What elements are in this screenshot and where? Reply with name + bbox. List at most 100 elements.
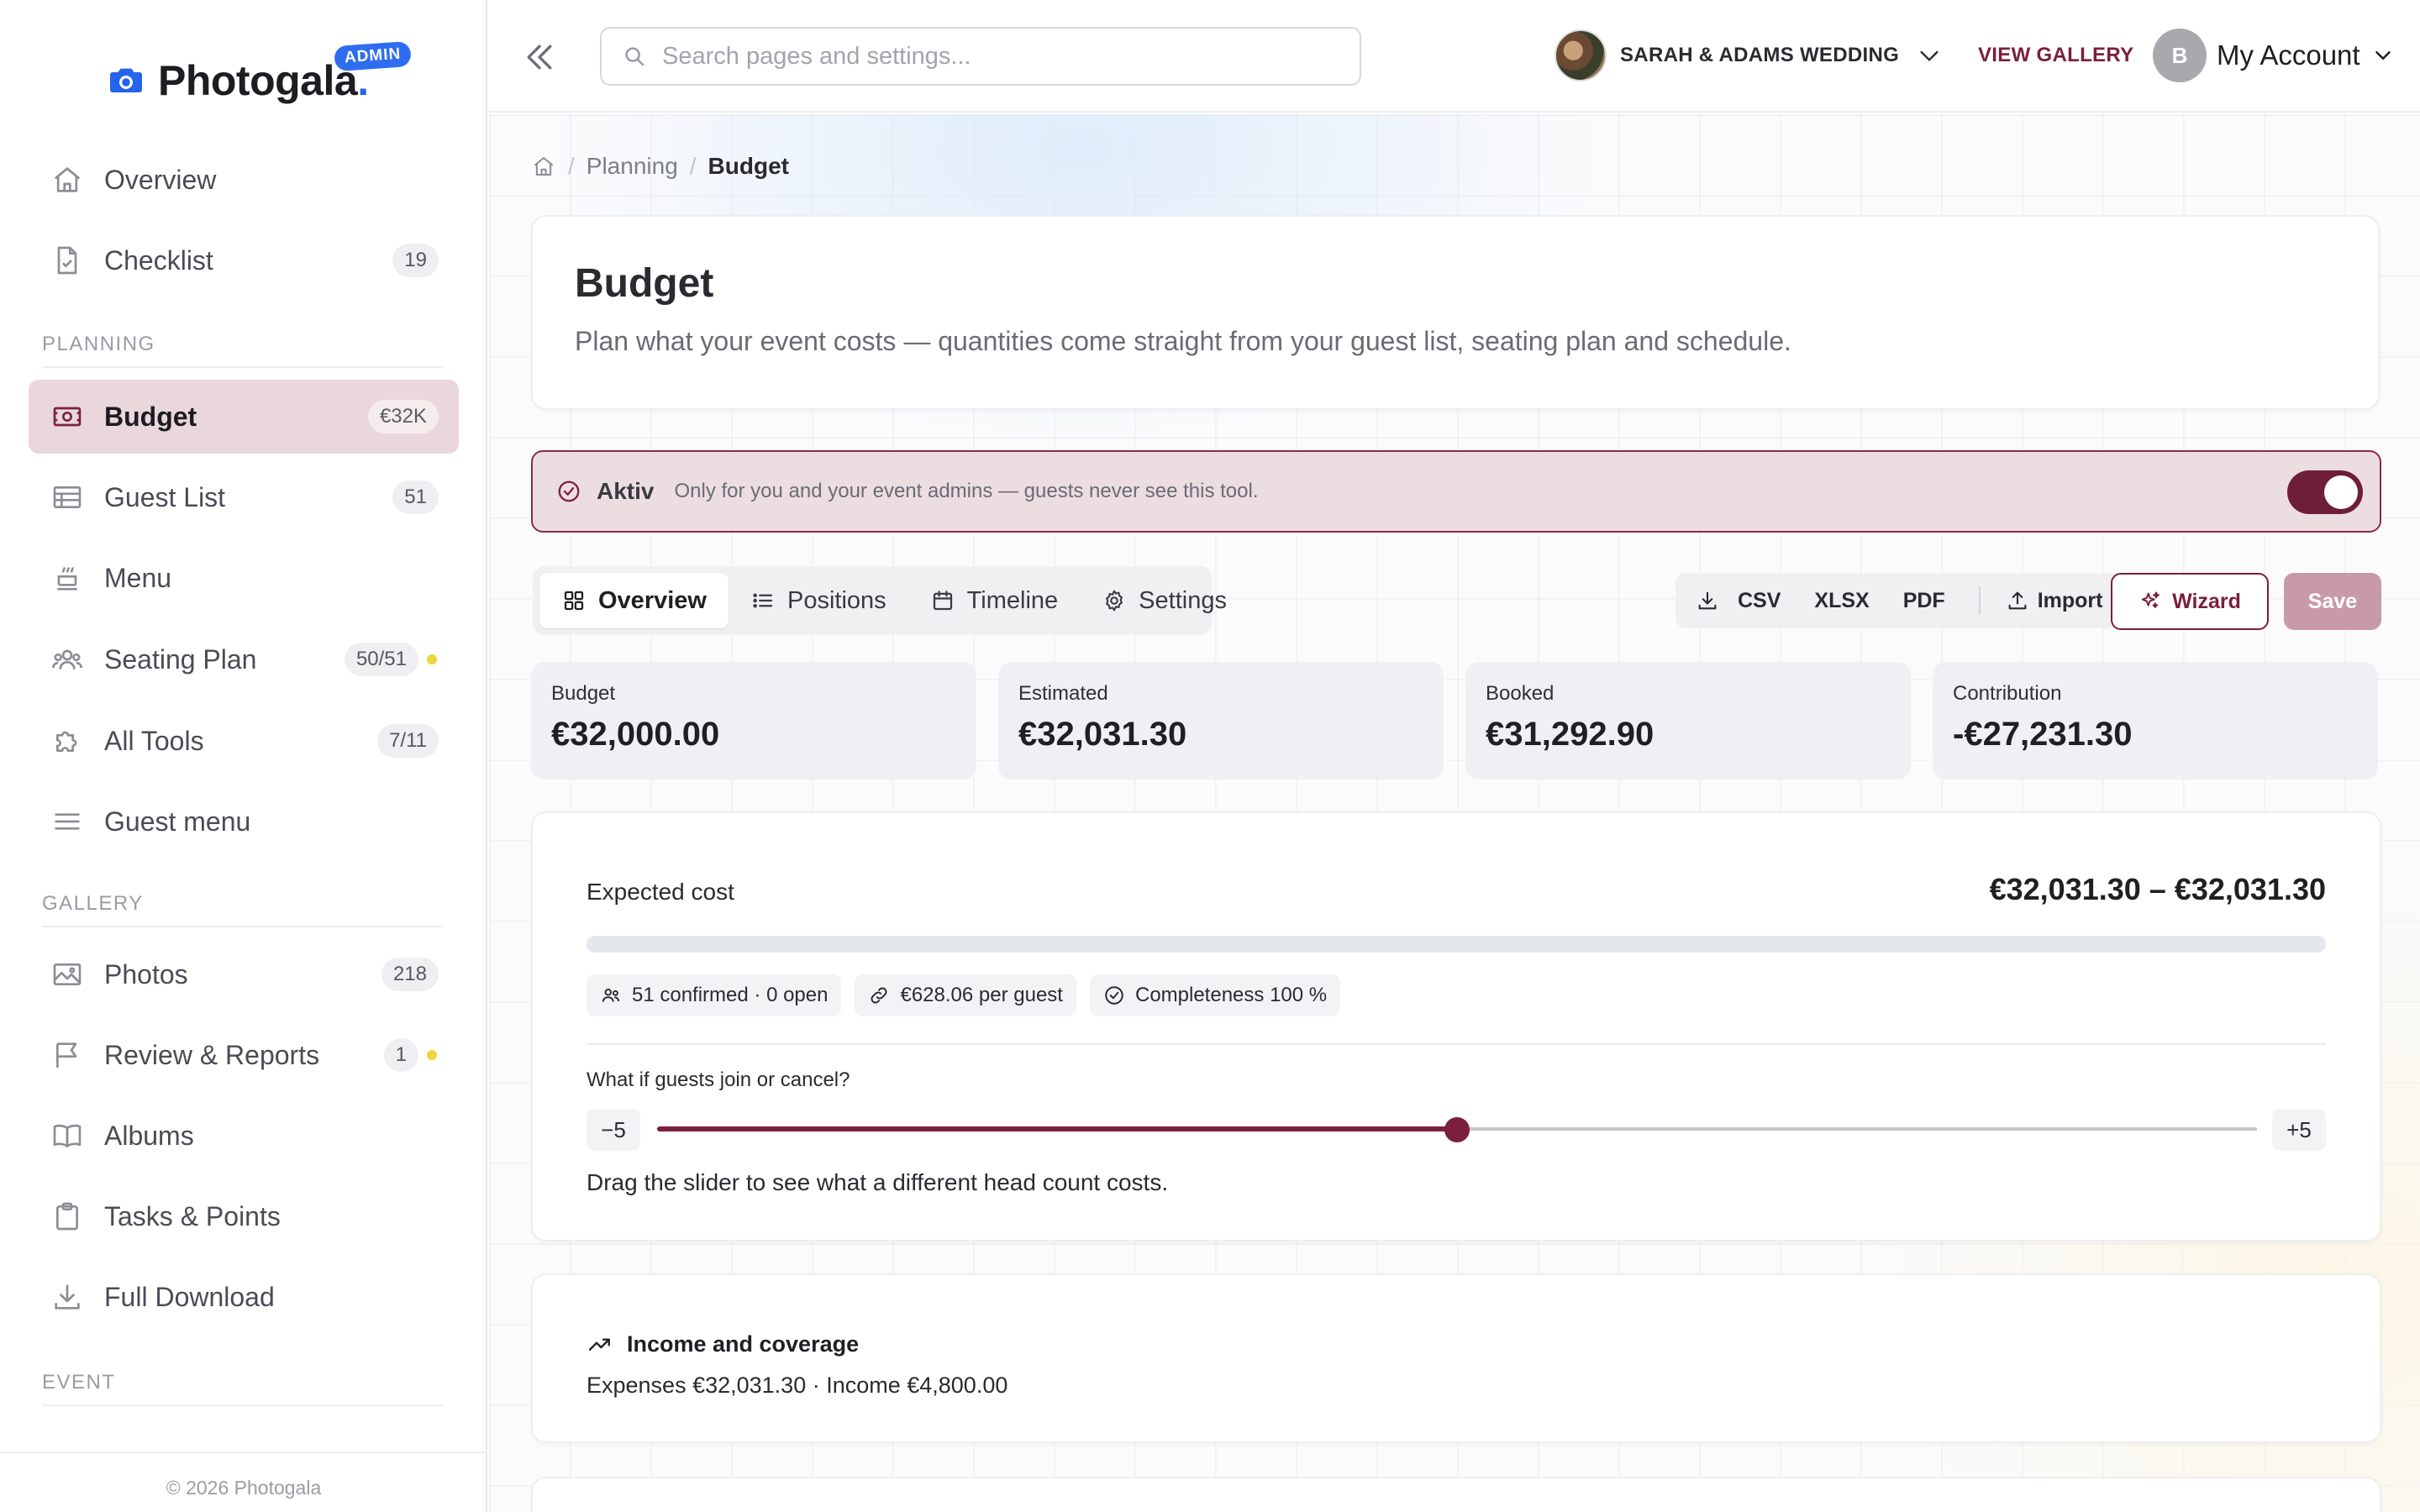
kpi-label: Contribution (1953, 682, 2062, 705)
wizard-label: Wizard (2172, 589, 2241, 613)
sidebar-item-review-reports[interactable]: Review & Reports 1 (29, 1018, 459, 1092)
copyright: © 2026 Photogala (0, 1452, 487, 1499)
sidebar-item-label: Checklist (104, 244, 213, 276)
sidebar-item-tasks-points[interactable]: Tasks & Points (29, 1179, 459, 1253)
gear-icon (1106, 590, 1123, 612)
download-icon (1698, 591, 1717, 610)
slider-max-label: +5 (2272, 1109, 2326, 1151)
breadcrumb-separator: / (568, 153, 575, 179)
count-badge: 218 (381, 958, 439, 991)
chip-text: Completeness 100 % (1134, 984, 1328, 1006)
notification-dot (427, 1050, 437, 1060)
breadcrumb-current: Budget (708, 153, 789, 179)
table-icon (53, 486, 82, 508)
kpi-estimated: Estimated €32,031.30 (998, 662, 1444, 780)
sidebar-item-label: Guest List (104, 481, 226, 512)
count-badge: 19 (392, 244, 439, 277)
sidebar-item-label: Photos (104, 958, 188, 990)
stat-chips: 51 confirmed · 0 open €628.06 per guest … (587, 974, 1354, 1016)
expected-cost-card: Expected cost €32,031.30 – €32,031.30 51… (531, 811, 2381, 1242)
check-circle-icon (558, 480, 580, 502)
sidebar-item-seating-plan[interactable]: Seating Plan 50/51 (29, 622, 459, 696)
divider (1978, 586, 1981, 615)
grid-icon (564, 591, 584, 611)
kpi-value: €32,031.30 (1018, 716, 1187, 753)
guest-count-slider[interactable] (657, 1117, 2257, 1142)
trending-up-icon (588, 1338, 610, 1351)
puzzle-icon (56, 731, 77, 752)
sidebar-item-menu[interactable]: Menu (29, 541, 459, 615)
event-avatar (1555, 29, 1607, 81)
sidebar-item-overview[interactable]: Overview (29, 143, 459, 217)
export-toolbar: CSV XLSX PDF Import (1676, 573, 2123, 628)
sidebar-item-label: Review & Reports (104, 1039, 320, 1070)
checklist-icon (57, 246, 77, 275)
account-menu[interactable]: B My Account (2153, 29, 2396, 82)
active-toggle[interactable] (2287, 470, 2363, 514)
slider-thumb[interactable] (1444, 1117, 1470, 1142)
expected-cost-range: €32,031.30 – €32,031.30 (1989, 872, 2326, 906)
count-badge: 50/51 (344, 643, 418, 676)
search-box[interactable] (600, 27, 1361, 86)
avatar: B (2153, 29, 2207, 82)
cost-range-fill (587, 936, 2326, 953)
import-button[interactable]: Import (2006, 589, 2102, 613)
topbar: SARAH & ADAMS WEDDING VIEW GALLERY B My … (489, 0, 2420, 113)
tab-overview[interactable]: Overview (539, 573, 729, 628)
sidebar-item-label: Seating Plan (104, 643, 257, 675)
sidebar-item-label: Budget (104, 401, 197, 432)
hamburger-icon (55, 813, 80, 830)
tab-label: Settings (1139, 586, 1227, 614)
count-badge: 7/11 (377, 724, 439, 758)
upload-icon (2008, 591, 2027, 610)
sparkle-icon (2141, 591, 2160, 608)
tab-timeline[interactable]: Timeline (908, 573, 1081, 628)
sidebar-item-all-tools[interactable]: All Tools 7/11 (29, 704, 459, 778)
kpi-label: Booked (1486, 682, 1555, 705)
sidebar-item-full-download[interactable]: Full Download (29, 1260, 459, 1334)
view-gallery-link[interactable]: VIEW GALLERY (1978, 44, 2133, 67)
chevron-down-icon (2375, 51, 2391, 60)
save-button[interactable]: Save (2284, 573, 2381, 630)
sidebar-item-photos[interactable]: Photos 218 (29, 937, 459, 1011)
kpi-contribution: Contribution -€27,231.30 (1933, 662, 2378, 780)
menu-tray-icon (57, 567, 77, 591)
export-pdf-button[interactable]: PDF (1903, 589, 1945, 613)
chevron-down-icon (1920, 50, 1939, 61)
tab-label: Timeline (966, 586, 1059, 614)
sidebar-item-budget[interactable]: Budget €32K (29, 380, 459, 454)
sidebar-item-albums[interactable]: Albums (29, 1099, 459, 1173)
tab-positions[interactable]: Positions (729, 573, 908, 628)
event-selector[interactable]: SARAH & ADAMS WEDDING (1555, 29, 1943, 82)
tab-settings[interactable]: Settings (1080, 573, 1249, 628)
sidebar-item-label: All Tools (104, 725, 204, 756)
wizard-button[interactable]: Wizard (2111, 573, 2269, 630)
count-badge: €32K (367, 400, 439, 433)
breadcrumb-planning[interactable]: Planning (587, 153, 678, 180)
sidebar-item-guest-list[interactable]: Guest List 51 (29, 460, 459, 534)
export-csv-button[interactable]: CSV (1738, 589, 1781, 613)
income-card: Income and coverage Expenses €32,031.30 … (531, 1273, 2381, 1443)
event-name: SARAH & ADAMS WEDDING (1620, 44, 1900, 66)
count-badge: 1 (383, 1038, 418, 1072)
sidebar-item-guest-menu[interactable]: Guest menu (29, 785, 459, 858)
kpi-value: €32,000.00 (551, 716, 720, 753)
page-subtitle: Plan what your event costs — quantities … (575, 326, 1791, 356)
status-title: Aktiv (597, 478, 655, 504)
search-input[interactable] (662, 42, 1351, 71)
export-xlsx-button[interactable]: XLSX (1814, 589, 1869, 613)
section-header-event: EVENT (42, 1371, 444, 1406)
divider (587, 1043, 2326, 1045)
home-icon (54, 167, 81, 192)
sidebar-item-checklist[interactable]: Checklist 19 (29, 223, 459, 297)
home-icon[interactable] (531, 154, 556, 179)
app-logo[interactable]: Photogala. (106, 55, 369, 106)
sidebar-item-label: Full Download (104, 1281, 275, 1312)
slider-min-label: −5 (587, 1109, 640, 1151)
collapse-sidebar-icon[interactable] (521, 39, 558, 76)
main-content: / Planning / Budget Budget Plan what you… (489, 114, 2420, 1512)
expected-cost-title: Expected cost (587, 879, 734, 905)
sidebar-item-label: Overview (104, 164, 217, 195)
breadcrumb: / Planning / Budget (531, 153, 789, 180)
book-icon (53, 1124, 82, 1147)
